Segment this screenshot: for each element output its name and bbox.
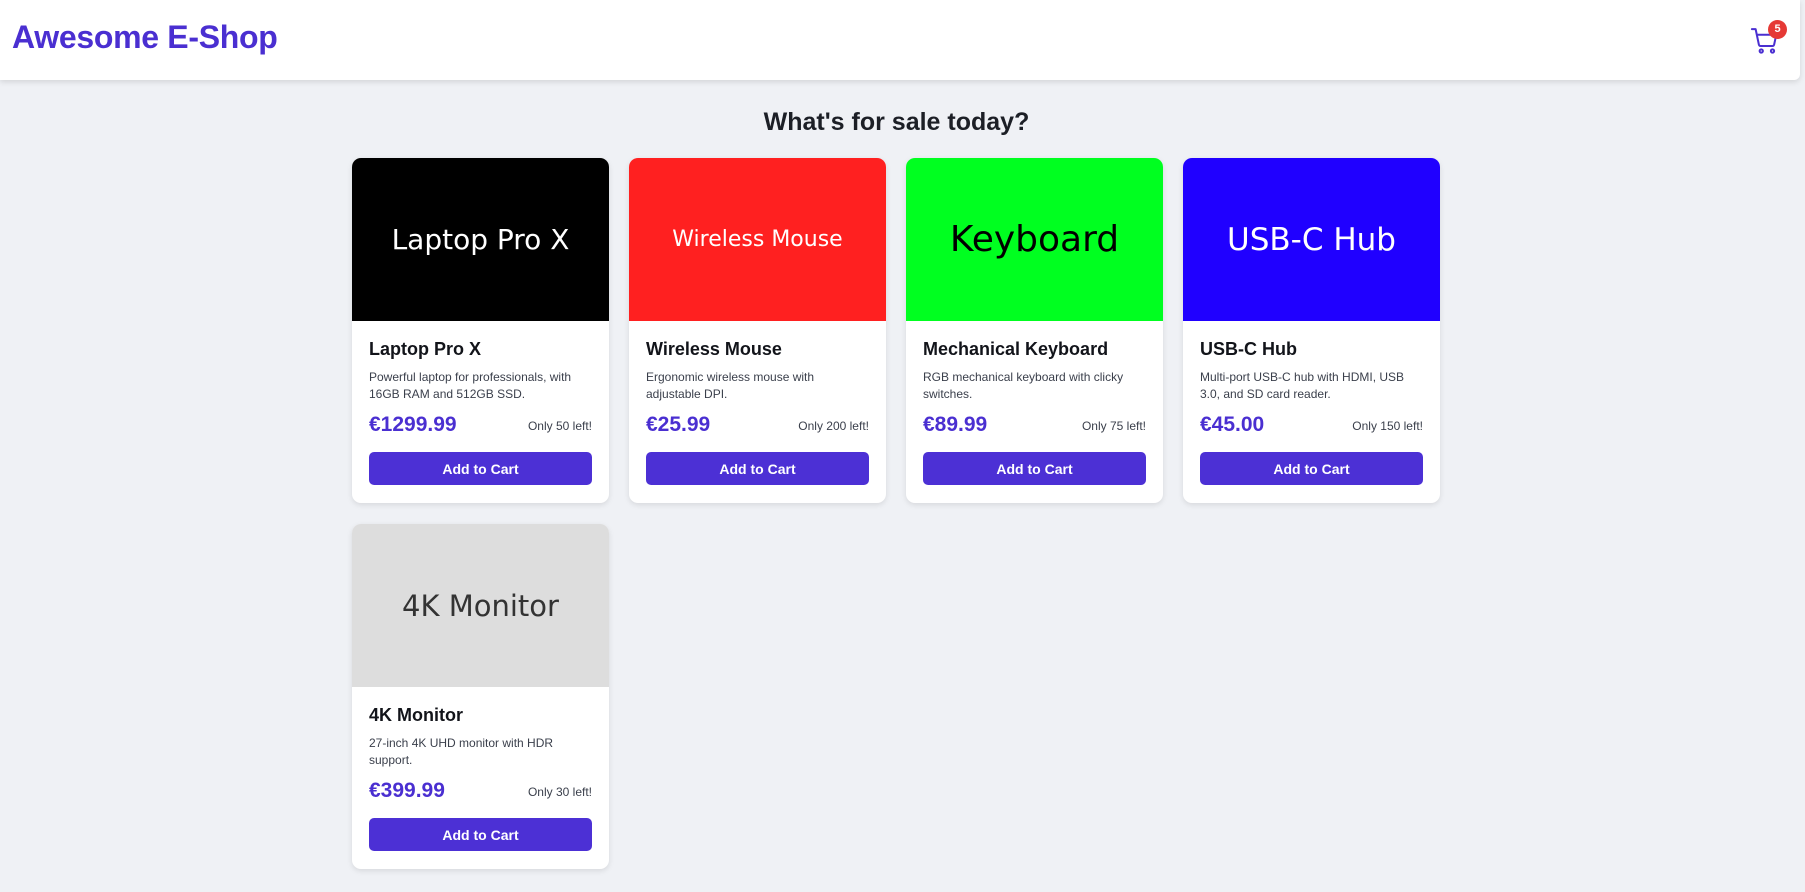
product-price: €45.00 (1200, 413, 1265, 436)
product-stock: Only 30 left! (527, 785, 592, 799)
product-image: 4K Monitor (352, 524, 609, 687)
product-card: Laptop Pro X Laptop Pro X Powerful lapto… (352, 158, 609, 503)
product-description: Ergonomic wireless mouse with adjustable… (646, 370, 815, 401)
add-to-cart-button[interactable]: Add to Cart (1200, 452, 1423, 485)
add-to-cart-button[interactable]: Add to Cart (369, 452, 592, 485)
product-stock: Only 150 left! (1352, 419, 1423, 433)
product-image: USB-C Hub (1183, 158, 1440, 321)
cart-button[interactable]: 5 (1750, 20, 1787, 58)
product-card: 4K Monitor 4K Monitor 27-inch 4K UHD mon… (352, 524, 609, 869)
product-description: RGB mechanical keyboard with clicky swit… (923, 370, 1124, 401)
product-price: €1299.99 (369, 413, 457, 436)
product-description: Multi-port USB-C hub with HDMI, USB 3.0,… (1200, 370, 1405, 401)
page-title: What's for sale today? (763, 108, 1030, 136)
product-price: €399.99 (369, 779, 445, 802)
top-header: Awesome E-Shop 5 (0, 0, 1800, 80)
product-name: Laptop Pro X (369, 339, 481, 359)
product-description: 27-inch 4K UHD monitor with HDR support. (369, 736, 554, 767)
product-card: Wireless Mouse Wireless Mouse Ergonomic … (629, 158, 886, 503)
product-price: €25.99 (646, 413, 711, 436)
add-to-cart-button[interactable]: Add to Cart (369, 818, 592, 851)
product-image: Laptop Pro X (352, 158, 609, 321)
product-name: Mechanical Keyboard (923, 339, 1109, 359)
product-name: 4K Monitor (369, 705, 463, 725)
product-image-label: Laptop Pro X (391, 223, 570, 256)
product-image-label: Keyboard (949, 219, 1120, 260)
add-to-cart-button[interactable]: Add to Cart (646, 452, 869, 485)
product-image: Wireless Mouse (629, 158, 886, 321)
cart-count-badge: 5 (1768, 20, 1787, 39)
product-name: USB-C Hub (1200, 339, 1297, 359)
add-to-cart-button[interactable]: Add to Cart (923, 452, 1146, 485)
product-price: €89.99 (923, 413, 988, 436)
product-stock: Only 200 left! (798, 419, 869, 433)
product-card: Keyboard Mechanical Keyboard RGB mechani… (906, 158, 1163, 503)
product-grid: Laptop Pro X Laptop Pro X Powerful lapto… (352, 158, 1442, 869)
product-name: Wireless Mouse (646, 339, 782, 359)
product-image-label: USB-C Hub (1227, 221, 1396, 258)
product-description: Powerful laptop for professionals, with … (369, 370, 572, 401)
product-card: USB-C Hub USB-C Hub Multi-port USB-C hub… (1183, 158, 1440, 503)
product-stock: Only 50 left! (527, 419, 592, 433)
product-stock: Only 75 left! (1081, 419, 1146, 433)
product-image-label: Wireless Mouse (672, 227, 843, 252)
product-image-label: 4K Monitor (402, 588, 559, 623)
brand-logo[interactable]: Awesome E-Shop (12, 19, 278, 56)
product-image: Keyboard (906, 158, 1163, 321)
